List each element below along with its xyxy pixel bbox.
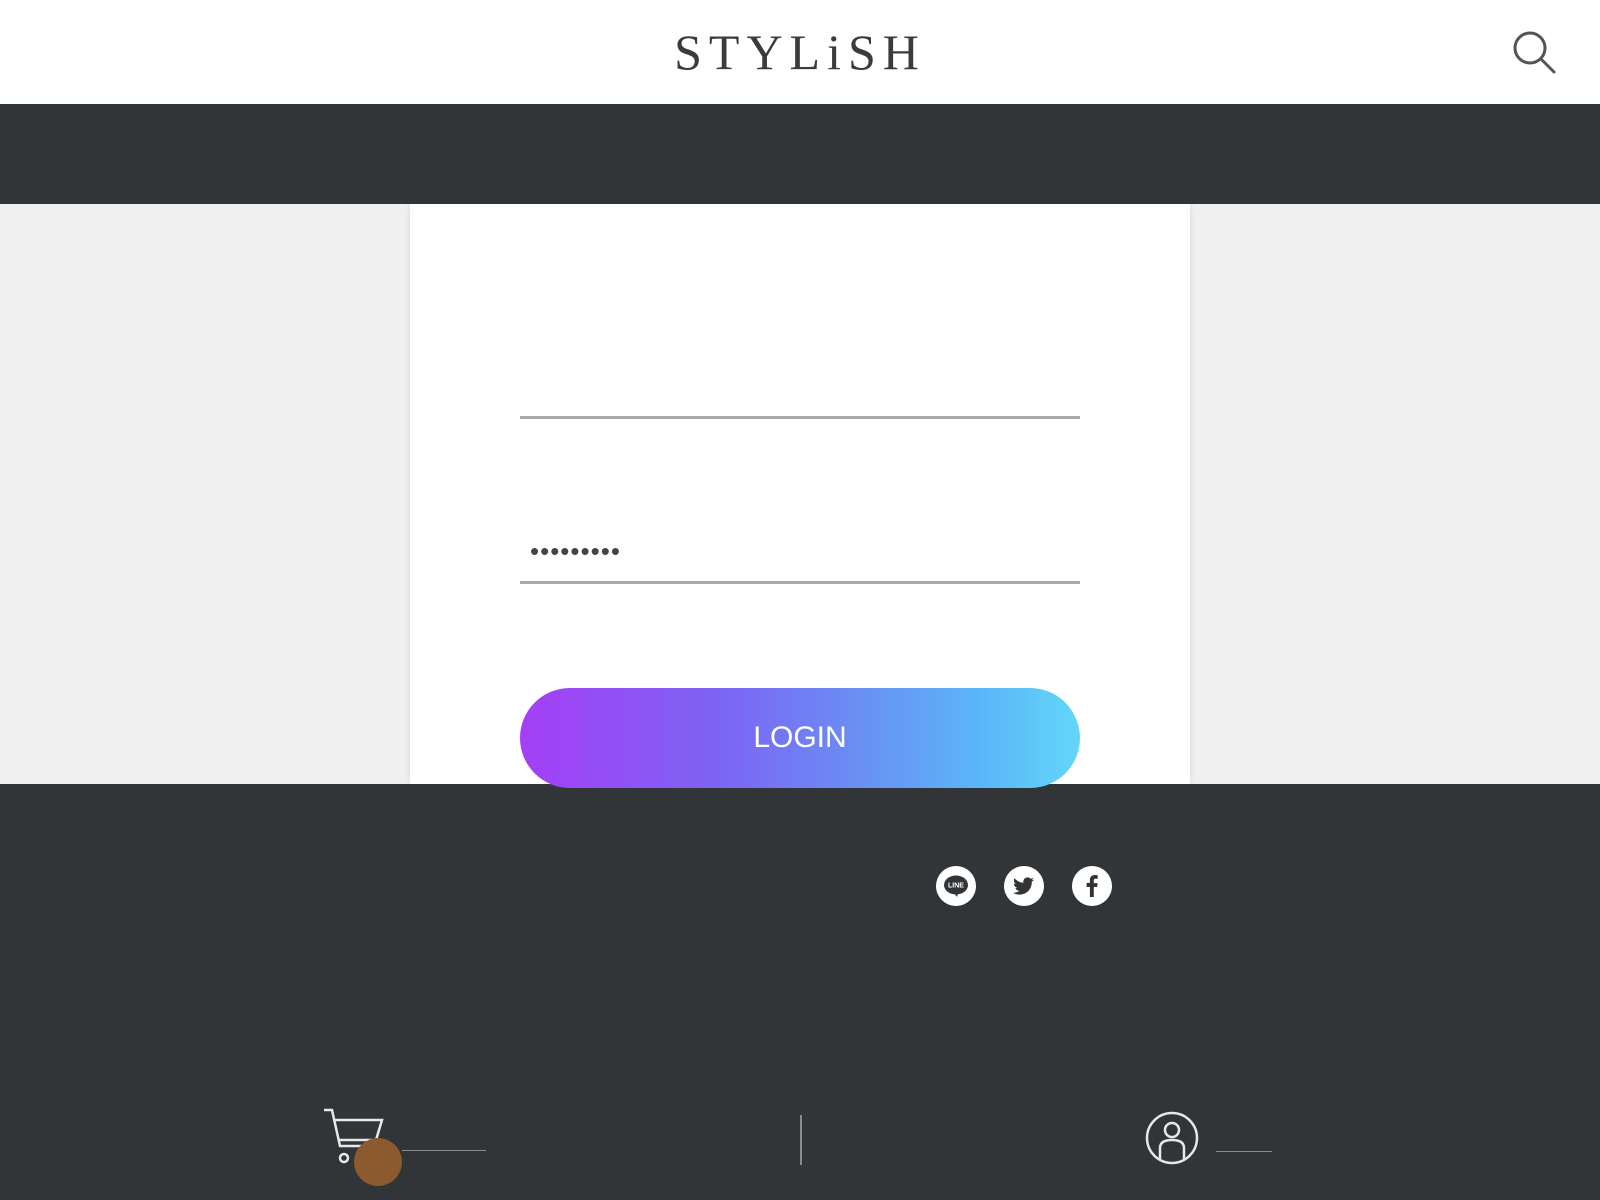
logo[interactable]: STYLiSH [0, 22, 1600, 82]
facebook-icon [1086, 875, 1098, 897]
member-button[interactable] [1144, 1110, 1274, 1172]
login-button[interactable]: LOGIN [520, 688, 1080, 788]
twitter-button[interactable] [1004, 866, 1044, 906]
password-field[interactable]: ••••••••• [520, 524, 1080, 584]
member-icon [1145, 1111, 1199, 1165]
line-icon: LINE [944, 875, 968, 897]
cart-button[interactable] [322, 1106, 486, 1186]
category-navbar [0, 104, 1600, 204]
line-button[interactable]: LINE [936, 866, 976, 906]
email-field[interactable] [520, 359, 1080, 419]
search-icon [1513, 31, 1556, 74]
cart-underline [402, 1150, 486, 1151]
cart-count-badge [354, 1138, 402, 1186]
bottom-divider [800, 1115, 802, 1165]
facebook-button[interactable] [1072, 866, 1112, 906]
search-button[interactable] [1510, 28, 1560, 78]
password-value: ••••••••• [530, 536, 621, 566]
header: STYLiSH [0, 0, 1600, 104]
twitter-icon [1013, 877, 1034, 895]
svg-text:LINE: LINE [948, 883, 964, 890]
member-underline [1216, 1151, 1272, 1152]
